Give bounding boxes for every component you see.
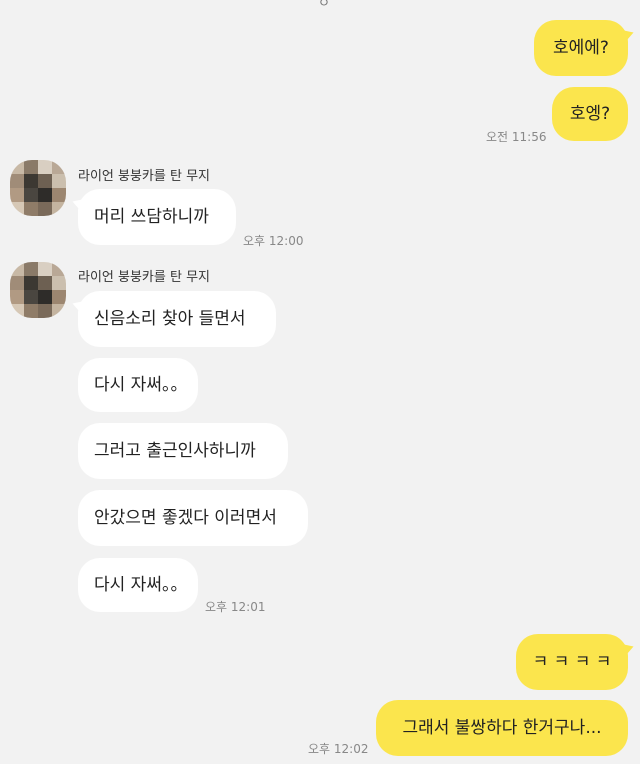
message-text: 머리 쓰담하니까 [94, 206, 209, 227]
timestamp: 오후 12:00 [243, 234, 304, 248]
message-text: 호엥? [569, 103, 611, 124]
my-message-bubble[interactable]: 호에에? [534, 20, 628, 76]
sender-avatar[interactable] [10, 160, 66, 216]
their-message-bubble[interactable]: 머리 쓰담하니까 [78, 189, 236, 245]
message-text: 다시 자써。。 [94, 374, 188, 395]
message-text: 호에에? [553, 37, 609, 58]
their-message-bubble[interactable]: 안갔으면 좋겠다 이러면서 [78, 490, 308, 546]
message-text: 그래서 불쌍하다 한거구나... [402, 717, 602, 738]
sender-name: 라이언 붕붕카를 탄 무지 [78, 270, 210, 285]
their-message-bubble[interactable]: 다시 자써。。 [78, 558, 198, 612]
top-fragment: ㅇ [318, 0, 330, 11]
my-message-bubble[interactable]: ㅋ ㅋ ㅋ ㅋ [516, 634, 628, 690]
message-text: 그러고 출근인사하니까 [94, 440, 256, 461]
timestamp: 오후 12:02 [308, 742, 369, 756]
their-message-bubble[interactable]: 그러고 출근인사하니까 [78, 423, 288, 479]
their-message-bubble[interactable]: 다시 자써。。 [78, 358, 198, 412]
timestamp: 오후 12:01 [205, 600, 266, 614]
message-text: 신음소리 찾아 들면서 [94, 308, 246, 329]
my-message-bubble[interactable]: 호엥? [552, 87, 628, 141]
timestamp: 오전 11:56 [486, 130, 547, 144]
message-text: 다시 자써。。 [94, 574, 188, 595]
my-message-bubble[interactable]: 그래서 불쌍하다 한거구나... [376, 700, 628, 756]
sender-avatar[interactable] [10, 262, 66, 318]
sender-name: 라이언 붕붕카를 탄 무지 [78, 169, 210, 184]
message-text: ㅋ ㅋ ㅋ ㅋ [532, 651, 612, 672]
message-text: 안갔으면 좋겠다 이러면서 [94, 507, 277, 528]
their-message-bubble[interactable]: 신음소리 찾아 들면서 [78, 291, 276, 347]
